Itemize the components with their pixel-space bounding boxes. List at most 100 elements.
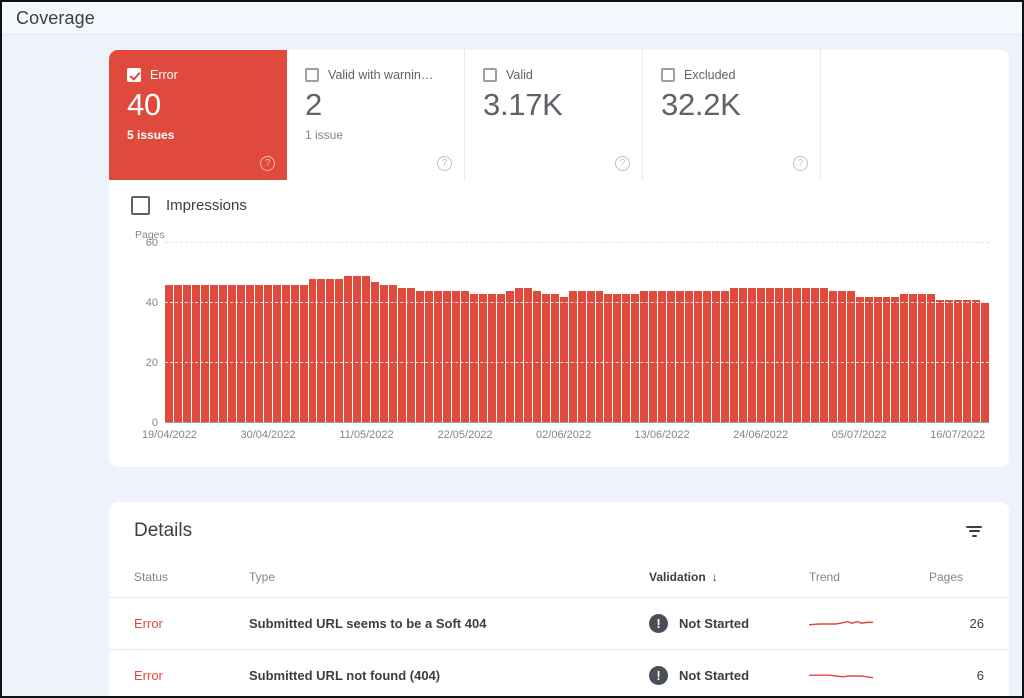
table-row[interactable]: Error Submitted URL seems to be a Soft 40… xyxy=(109,597,1009,650)
chart-bar[interactable] xyxy=(209,285,218,423)
chart-bar[interactable] xyxy=(344,276,353,423)
chart-bar[interactable] xyxy=(362,276,371,423)
chart-bar[interactable] xyxy=(191,285,200,423)
chart-bar[interactable] xyxy=(694,291,703,423)
chart-bar[interactable] xyxy=(326,279,335,423)
chart-bar[interactable] xyxy=(676,291,685,423)
chart-bar[interactable] xyxy=(173,285,182,423)
help-icon[interactable]: ? xyxy=(437,156,452,171)
chart-bar[interactable] xyxy=(909,294,918,423)
chart-bar[interactable] xyxy=(756,288,765,423)
checkbox-valid[interactable] xyxy=(483,68,497,82)
chart-bar[interactable] xyxy=(900,294,909,423)
chart-bar[interactable] xyxy=(496,294,505,423)
chart-bar[interactable] xyxy=(281,285,290,423)
chart-bar[interactable] xyxy=(550,294,559,423)
chart-bar[interactable] xyxy=(882,297,891,423)
chart-bar[interactable] xyxy=(532,291,541,423)
chart-bar[interactable] xyxy=(846,291,855,423)
chart-bar[interactable] xyxy=(640,291,649,423)
chart-bar[interactable] xyxy=(622,294,631,423)
chart-bar[interactable] xyxy=(604,294,613,423)
chart-bar[interactable] xyxy=(505,291,514,423)
table-row[interactable]: Error Submitted URL not found (404)! Not S… xyxy=(109,649,1009,696)
chart-bar[interactable] xyxy=(290,285,299,423)
chart-bar[interactable] xyxy=(891,297,900,423)
chart-bar[interactable] xyxy=(380,285,389,423)
chart-bar[interactable] xyxy=(182,285,191,423)
help-icon[interactable]: ? xyxy=(793,156,808,171)
impressions-toggle-row[interactable]: Impressions xyxy=(109,180,1009,215)
chart-bar[interactable] xyxy=(631,294,640,423)
chart-bar[interactable] xyxy=(487,294,496,423)
chart-bar[interactable] xyxy=(335,279,344,423)
chart-bar[interactable] xyxy=(927,294,936,423)
chart-bar[interactable] xyxy=(747,288,756,423)
checkbox-error[interactable] xyxy=(127,68,141,82)
chart-bar[interactable] xyxy=(783,288,792,423)
chart-bar[interactable] xyxy=(416,291,425,423)
chart-bar[interactable] xyxy=(837,291,846,423)
checkbox-excluded[interactable] xyxy=(661,68,675,82)
chart-bar[interactable] xyxy=(810,288,819,423)
checkbox-impressions[interactable] xyxy=(131,196,150,215)
chart-bar[interactable] xyxy=(227,285,236,423)
chart-bar[interactable] xyxy=(317,279,326,423)
status-card-excluded[interactable]: Excluded 32.2K ? xyxy=(643,50,821,180)
chart-bar[interactable] xyxy=(371,282,380,423)
chart-bar[interactable] xyxy=(703,291,712,423)
chart-bar[interactable] xyxy=(398,288,407,423)
column-header-status[interactable]: Status xyxy=(109,558,249,598)
chart-bar[interactable] xyxy=(739,288,747,423)
chart-bar[interactable] xyxy=(586,291,595,423)
column-header-type[interactable]: Type xyxy=(249,558,649,598)
status-card-valid[interactable]: Valid 3.17K ? xyxy=(465,50,643,180)
chart-bar[interactable] xyxy=(272,285,281,423)
chart-bar[interactable] xyxy=(568,291,577,423)
chart-bar[interactable] xyxy=(254,285,263,423)
chart-bar[interactable] xyxy=(792,288,801,423)
chart-bar[interactable] xyxy=(299,285,308,423)
chart-bar[interactable] xyxy=(873,297,882,423)
chart-bar[interactable] xyxy=(469,294,478,423)
chart-bar[interactable] xyxy=(981,303,990,423)
chart-bar[interactable] xyxy=(613,294,622,423)
chart-bar[interactable] xyxy=(730,288,738,423)
help-icon[interactable]: ? xyxy=(260,156,275,171)
chart-bar[interactable] xyxy=(828,291,837,423)
chart-bar[interactable] xyxy=(425,291,434,423)
chart-bar[interactable] xyxy=(577,291,586,423)
column-header-validation[interactable]: Validation ↓ xyxy=(649,558,809,598)
chart-bar[interactable] xyxy=(918,294,927,423)
chart-bar[interactable] xyxy=(308,279,317,423)
help-icon[interactable]: ? xyxy=(615,156,630,171)
chart-bar[interactable] xyxy=(658,291,667,423)
chart-bar[interactable] xyxy=(460,291,469,423)
chart-bar[interactable] xyxy=(263,285,272,423)
chart-bar[interactable] xyxy=(443,291,451,423)
chart-bar[interactable] xyxy=(200,285,209,423)
chart-bar[interactable] xyxy=(541,294,550,423)
chart-bar[interactable] xyxy=(774,288,783,423)
checkbox-valid-with-warnings[interactable] xyxy=(305,68,319,82)
chart-bar[interactable] xyxy=(595,291,604,423)
chart-bar[interactable] xyxy=(434,291,443,423)
chart-bar[interactable] xyxy=(514,288,523,423)
chart-bar[interactable] xyxy=(667,291,676,423)
column-header-trend[interactable]: Trend xyxy=(809,558,929,598)
chart-bar[interactable] xyxy=(407,288,416,423)
chart-bar[interactable] xyxy=(478,294,487,423)
chart-bar[interactable] xyxy=(389,285,398,423)
chart-bar[interactable] xyxy=(353,276,362,423)
chart-bar[interactable] xyxy=(236,285,245,423)
chart-bar[interactable] xyxy=(649,291,658,423)
chart-bar[interactable] xyxy=(712,291,721,423)
chart-bar[interactable] xyxy=(819,288,828,423)
chart-bar[interactable] xyxy=(855,297,864,423)
chart-bar[interactable] xyxy=(165,285,173,423)
chart-bar[interactable] xyxy=(685,291,694,423)
chart-bar[interactable] xyxy=(452,291,460,423)
chart-bar[interactable] xyxy=(765,288,774,423)
chart-bar[interactable] xyxy=(801,288,810,423)
chart-bar[interactable] xyxy=(559,297,568,423)
